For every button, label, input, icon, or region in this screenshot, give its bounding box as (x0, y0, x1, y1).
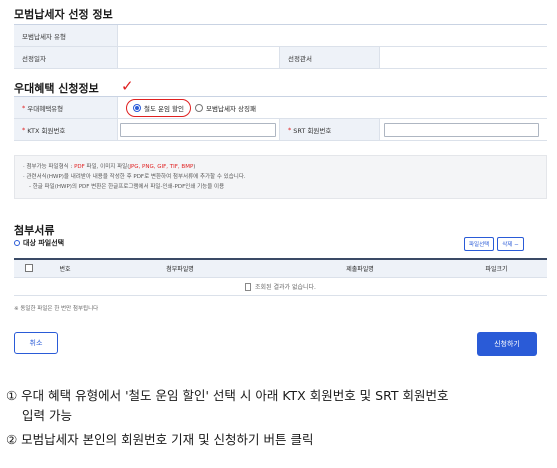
description-line-3: ② 모범납세자 본인의 회원번호 기재 및 신청하기 버튼 클릭 (6, 432, 314, 447)
description-line-1: ① 우대 혜택 유형에서 '철도 운임 할인' 선택 시 아래 KTX 회원번호… (6, 388, 449, 403)
attachments-footnote: ※ 동일한 파일은 한 번만 첨부됩니다 (14, 306, 99, 312)
radio-option-plaque[interactable]: 모범납세자 상징패 (195, 103, 256, 113)
section-title-benefit-info: 우대혜택 신청정보 (14, 82, 99, 95)
circle-bullet-icon (14, 240, 20, 246)
file-select-button[interactable]: 파일선택 (464, 237, 495, 251)
file-actions: 파일선택 삭제 − (464, 237, 524, 251)
srt-label: SRT 회원번호 (293, 126, 332, 135)
srt-member-number-input[interactable] (384, 122, 539, 137)
col-attach-name: 첨부파일명 (166, 266, 194, 273)
delete-button[interactable]: 삭제 − (497, 237, 524, 251)
file-select-subtitle: 대상 파일선택 (14, 238, 64, 248)
radio-selected-icon[interactable] (133, 103, 141, 112)
description-line-2: 입력 가능 (22, 408, 72, 423)
table-header: 번호 첨부파일명 제출파일명 파일크기 (14, 260, 547, 278)
office-value (380, 47, 547, 68)
benefit-type-label: 우대혜택유형 (27, 104, 64, 113)
file-table: 번호 첨부파일명 제출파일명 파일크기 조회된 결과가 없습니다. (14, 258, 547, 296)
ktx-label: KTX 회원번호 (27, 126, 66, 135)
col-submit-name: 제출파일명 (346, 266, 374, 273)
selection-info-table: 모범납세자 유형 선정일자 선정관서 (14, 24, 547, 69)
date-value (118, 47, 280, 68)
attachment-notes: · 첨부가능 파일형식 : PDF 파일, 이미지 파일(JPG, PNG, G… (14, 155, 547, 199)
minus-icon: − (514, 242, 519, 248)
benefit-type-options: 철도 운임 할인 모범납세자 상징패 (118, 97, 547, 118)
note-line-2: · 관련서식(HWP)을 내려받아 내용을 작성한 후 PDF로 변환하여 첨부… (23, 174, 246, 180)
radio-unselected-icon[interactable] (195, 103, 204, 112)
cancel-button[interactable]: 취소 (14, 332, 58, 354)
col-number: 번호 (59, 266, 71, 273)
section-title-selection-info: 모범납세자 선정 정보 (14, 8, 113, 21)
apply-button[interactable]: 신청하기 (477, 332, 537, 356)
radio-option-rail-discount[interactable]: 철도 운임 할인 (126, 98, 192, 117)
office-label: 선정관서 (280, 47, 380, 68)
table-empty-row: 조회된 결과가 없습니다. (14, 278, 547, 296)
type-label: 모범납세자 유형 (14, 25, 118, 46)
document-icon (245, 282, 252, 291)
benefit-table: * 우대혜택유형 철도 운임 할인 모범납세자 상징패 * KTX 회원번호 * SR… (14, 96, 547, 141)
type-value (118, 25, 547, 46)
select-all-checkbox[interactable] (25, 263, 33, 272)
ktx-member-number-input[interactable] (120, 122, 276, 137)
note-line-3: - 한글 파일(HWP)의 PDF 변환은 한글프로그램에서 파일-인쇄-PDF… (29, 184, 225, 190)
col-file-size: 파일크기 (485, 266, 508, 273)
attachments-title: 첨부서류 (14, 224, 55, 237)
date-label: 선정일자 (14, 47, 118, 68)
annotation-checkmark: ✓ (121, 77, 134, 95)
